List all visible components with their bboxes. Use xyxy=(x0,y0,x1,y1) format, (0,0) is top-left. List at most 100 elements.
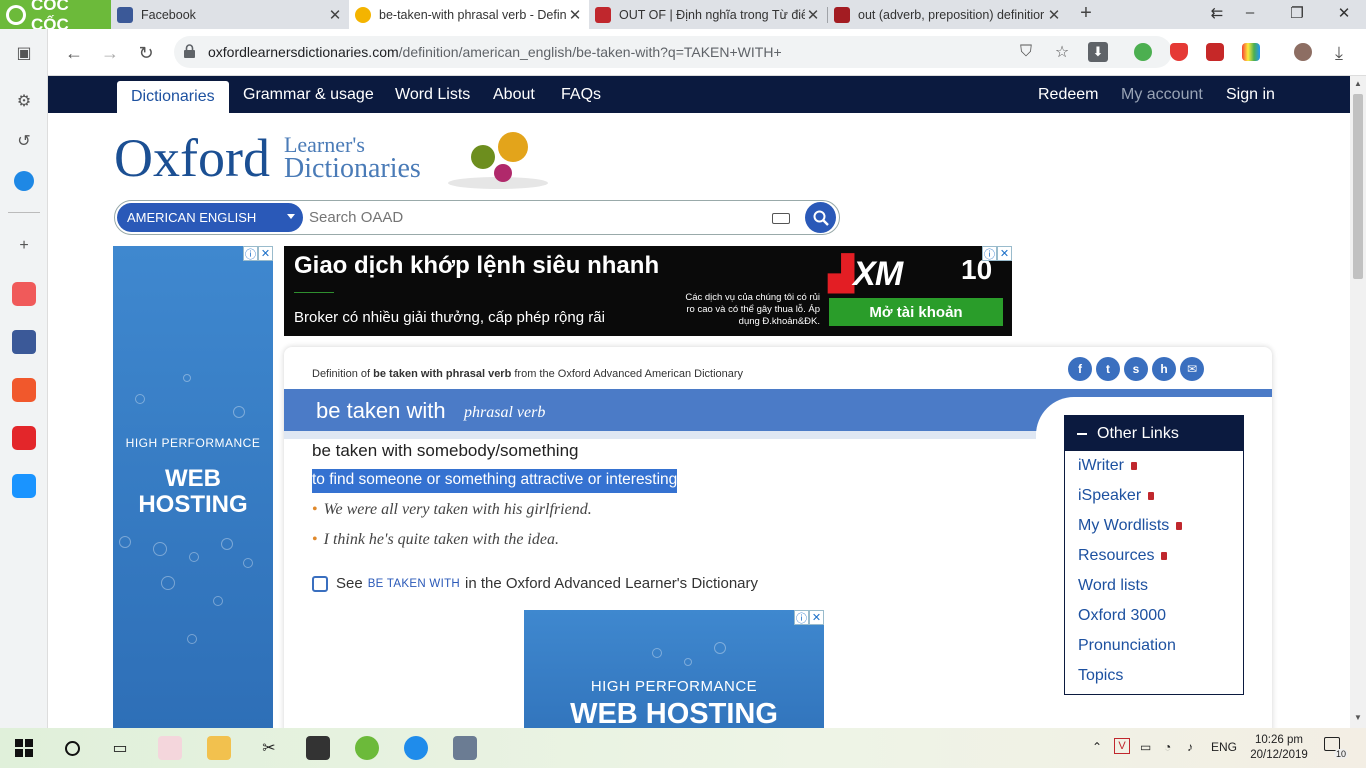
close-window-button[interactable]: ✕ xyxy=(1334,4,1354,22)
nav-tab-about[interactable]: About xyxy=(493,76,535,113)
avatar[interactable] xyxy=(1294,43,1312,61)
tab-be-taken-with[interactable]: be-taken-with phrasal verb - Defin ✕ xyxy=(349,0,589,29)
sendo-icon[interactable] xyxy=(8,422,40,454)
language-indicator[interactable]: ENG xyxy=(1211,740,1237,754)
link-resources[interactable]: Resources xyxy=(1065,541,1243,571)
oxford-logo[interactable]: Oxford Learner's Dictionaries xyxy=(114,125,421,185)
reload-button[interactable]: ↻ xyxy=(133,40,159,66)
snipping-tool-icon[interactable]: ✂ xyxy=(257,736,281,760)
nav-my-account[interactable]: My account xyxy=(1121,76,1203,113)
tray-expand-icon[interactable]: ⌃ xyxy=(1092,740,1102,754)
search-button[interactable] xyxy=(805,202,836,233)
close-icon[interactable]: ✕ xyxy=(1046,6,1062,24)
add-icon[interactable]: + xyxy=(8,230,40,262)
maximize-button[interactable]: ❐ xyxy=(1287,4,1307,22)
minimize-button[interactable]: – xyxy=(1240,4,1260,21)
facebook-icon[interactable] xyxy=(8,326,40,358)
ad-choices[interactable]: ⓘ ✕ xyxy=(982,246,1012,261)
coccoc-extension-icon[interactable] xyxy=(1134,43,1152,61)
link-pronunciation[interactable]: Pronunciation xyxy=(1065,631,1243,661)
download-video-icon[interactable]: ⬇ xyxy=(1088,42,1108,62)
address-bar[interactable]: oxfordlearnersdictionaries.com/definitio… xyxy=(174,36,1172,68)
youtube-icon[interactable] xyxy=(8,278,40,310)
dialect-dropdown[interactable]: AMERICAN ENGLISH xyxy=(117,203,303,232)
ad-close-icon[interactable]: ✕ xyxy=(258,246,273,261)
zalo-icon[interactable] xyxy=(404,736,428,760)
link-ispeaker[interactable]: iSpeaker xyxy=(1065,481,1243,511)
adchoices-icon[interactable]: ⓘ xyxy=(243,246,258,261)
gear-icon[interactable]: ⚙ xyxy=(8,85,40,117)
nav-tab-dictionaries[interactable]: Dictionaries xyxy=(117,81,229,113)
windows-start-icon[interactable] xyxy=(12,736,36,760)
tab-search-icon[interactable]: ⇇ xyxy=(1207,4,1227,22)
cross-reference[interactable]: BE TAKEN WITH xyxy=(368,578,460,590)
paint-app-icon[interactable] xyxy=(158,736,182,760)
task-view-icon[interactable]: ▭ xyxy=(108,736,132,760)
top-ad-banner[interactable]: Giao dịch khớp lệnh siêu nhanh Broker có… xyxy=(284,246,1012,336)
keyboard-icon[interactable] xyxy=(772,213,790,224)
coccoc-menu-button[interactable]: CỐC CỐC xyxy=(0,0,111,34)
link-word-lists[interactable]: Word lists xyxy=(1065,571,1243,601)
ad-close-icon[interactable]: ✕ xyxy=(809,610,824,625)
close-icon[interactable]: ✕ xyxy=(567,6,583,24)
inline-ad-banner[interactable]: ⓘ ✕ HIGH PERFORMANCE WEB HOSTING xyxy=(524,610,824,728)
star-icon[interactable]: ☆ xyxy=(1052,42,1072,62)
sidebar-toggle-icon[interactable]: ▣ xyxy=(8,37,40,69)
nav-sign-in[interactable]: Sign in xyxy=(1226,76,1275,113)
battery-icon[interactable]: ▭ xyxy=(1140,740,1151,754)
clock[interactable]: 10:26 pm 20/12/2019 xyxy=(1250,733,1308,763)
unikey-icon[interactable]: V xyxy=(1114,738,1130,754)
adchoices-icon[interactable]: ⓘ xyxy=(982,246,997,261)
tab-out-of[interactable]: OUT OF | Định nghĩa trong Từ điển ✕ xyxy=(589,0,827,29)
scroll-down-icon[interactable]: ▼ xyxy=(1350,713,1366,722)
tab-facebook[interactable]: Facebook ✕ xyxy=(111,0,349,29)
ad-choices[interactable]: ⓘ ✕ xyxy=(243,246,273,261)
email-share-icon[interactable]: ✉ xyxy=(1180,357,1204,381)
new-tab-button[interactable]: + xyxy=(1074,2,1098,25)
messenger-icon[interactable] xyxy=(8,165,40,197)
left-ad-banner[interactable]: ⓘ ✕ HIGH PERFORMANCE WEB HOSTING xyxy=(113,246,273,728)
hatena-share-icon[interactable]: h xyxy=(1152,357,1176,381)
file-explorer-icon[interactable] xyxy=(207,736,231,760)
nav-tab-word-lists[interactable]: Word Lists xyxy=(395,76,470,113)
other-links-header[interactable]: Other Links xyxy=(1065,416,1243,451)
open-account-button[interactable]: Mở tài khoản xyxy=(829,298,1003,326)
link-iwriter[interactable]: iWriter xyxy=(1065,451,1243,481)
adchoices-icon[interactable]: ⓘ xyxy=(794,610,809,625)
translate-extension-icon[interactable] xyxy=(1206,43,1224,61)
ad-close-icon[interactable]: ✕ xyxy=(997,246,1012,261)
link-topics[interactable]: Topics xyxy=(1065,661,1243,691)
facebook-share-icon[interactable]: f xyxy=(1068,357,1092,381)
nav-tab-grammar[interactable]: Grammar & usage xyxy=(243,76,374,113)
scroll-up-icon[interactable]: ▲ xyxy=(1350,79,1366,88)
tab-out-adverb[interactable]: out (adverb, preposition) definitior ✕ xyxy=(828,0,1068,29)
forward-button[interactable]: → xyxy=(97,40,123,66)
wifi-icon[interactable]: ◔ xyxy=(1164,740,1171,754)
shield-icon[interactable]: ⛉ xyxy=(1016,42,1036,62)
nav-tab-faqs[interactable]: FAQs xyxy=(561,76,601,113)
notifications-icon[interactable]: 10 xyxy=(1324,737,1349,759)
history-icon[interactable]: ↺ xyxy=(8,125,40,157)
close-icon[interactable]: ✕ xyxy=(327,6,343,24)
downloads-icon[interactable]: ⤓ xyxy=(1326,40,1352,66)
shopee-icon[interactable] xyxy=(8,374,40,406)
coccoc-taskbar-icon[interactable] xyxy=(355,736,379,760)
colorful-extension-icon[interactable] xyxy=(1242,43,1260,61)
app-icon[interactable] xyxy=(453,736,477,760)
search-input[interactable] xyxy=(309,209,759,226)
close-icon[interactable]: ✕ xyxy=(805,6,821,24)
link-my-wordlists[interactable]: My Wordlists xyxy=(1065,511,1243,541)
back-button[interactable]: ← xyxy=(61,40,87,66)
page-scrollbar[interactable]: ▲ ▼ xyxy=(1350,76,1366,728)
twitter-share-icon[interactable]: t xyxy=(1096,357,1120,381)
scrollbar-thumb[interactable] xyxy=(1353,94,1363,279)
link-oxford-3000[interactable]: Oxford 3000 xyxy=(1065,601,1243,631)
sticky-notes-icon[interactable] xyxy=(306,736,330,760)
ad-choices[interactable]: ⓘ ✕ xyxy=(794,610,824,625)
see-also-link[interactable]: See BE TAKEN WITH in the Oxford Advanced… xyxy=(312,575,758,592)
nav-redeem[interactable]: Redeem xyxy=(1038,76,1098,113)
stumbleupon-share-icon[interactable]: s xyxy=(1124,357,1148,381)
adblock-icon[interactable] xyxy=(1170,43,1188,61)
tiki-icon[interactable] xyxy=(8,470,40,502)
volume-icon[interactable]: ♪ xyxy=(1187,740,1193,754)
